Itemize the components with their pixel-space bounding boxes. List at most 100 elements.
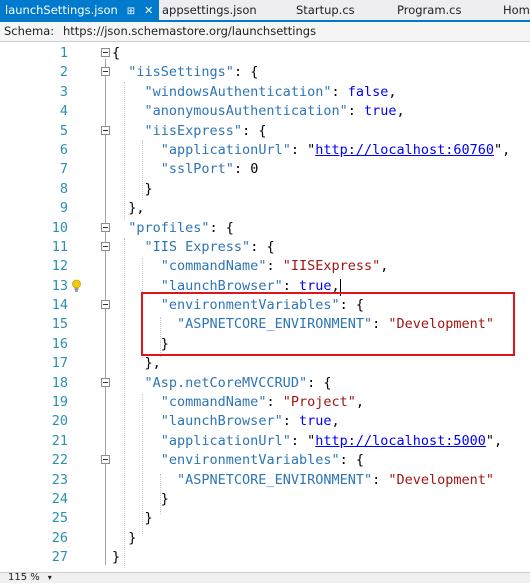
brace: }: [160, 490, 169, 507]
line-number: 20: [51, 413, 68, 430]
collapse-toggle[interactable]: [101, 222, 110, 232]
code-line: 21 "applicationUrl": "http://localhost:5…: [0, 432, 530, 451]
tab-home[interactable]: Home: [503, 0, 530, 20]
collapse-toggle[interactable]: [101, 67, 110, 77]
brace: }: [144, 180, 153, 197]
code-line: 12 "commandName": "IISExpress",: [0, 257, 530, 276]
chevron-down-icon: ▾: [47, 573, 52, 582]
punctuation: ,: [396, 103, 405, 120]
line-number: 8: [59, 180, 68, 197]
json-string: "IISExpress": [282, 258, 381, 275]
schema-url-field[interactable]: https://json.schemastore.org/launchsetti…: [63, 22, 316, 41]
json-key: "IIS Express": [144, 238, 251, 255]
punctuation: :: [282, 413, 299, 430]
line-number: 23: [51, 471, 68, 488]
punctuation: : ": [290, 141, 316, 158]
json-key: "profiles": [128, 219, 210, 236]
tab-appsettings-json[interactable]: appsettings.json: [162, 0, 257, 20]
line-number: 3: [59, 83, 68, 100]
code-line: 19 "commandName": "Project",: [0, 393, 530, 412]
line-number: 18: [51, 374, 68, 391]
json-key: "launchBrowser": [160, 413, 283, 430]
punctuation: :: [347, 103, 364, 120]
line-number: 14: [51, 297, 68, 314]
code-editor[interactable]: 1{ 2 "iisSettings": { 3 "windowsAuthenti…: [0, 42, 530, 572]
tab-label: Startup.cs: [296, 3, 355, 17]
line-number: 19: [51, 394, 68, 411]
json-key: "sslPort": [160, 161, 234, 178]
punctuation: ,: [331, 413, 340, 430]
code-line: 11 "IIS Express": {: [0, 238, 530, 257]
code-line: 7 "sslPort": 0: [0, 160, 530, 179]
lightbulb-icon-graphic: [72, 279, 81, 292]
collapse-toggle[interactable]: [101, 300, 110, 310]
json-key: "applicationUrl": [160, 141, 291, 158]
brace: {: [112, 45, 121, 61]
punctuation: : {: [209, 219, 234, 236]
json-key: "windowsAuthentication": [144, 83, 332, 100]
code-line: 4 "anonymousAuthentication": true,: [0, 102, 530, 121]
lightbulb-icon[interactable]: [71, 279, 83, 293]
code-line: 27}: [0, 548, 530, 567]
code-line: 6 "applicationUrl": "http://localhost:60…: [0, 141, 530, 160]
punctuation: : {: [339, 452, 364, 469]
collapse-toggle[interactable]: [101, 377, 110, 387]
code-line: 17 },: [0, 354, 530, 373]
json-key: "commandName": [160, 394, 267, 411]
pin-icon[interactable]: ⊞: [127, 2, 135, 22]
json-number: 0: [250, 161, 259, 178]
line-number: 25: [51, 510, 68, 527]
collapse-toggle[interactable]: [101, 455, 110, 465]
line-number: 7: [59, 161, 68, 178]
code-line: 23 "ASPNETCORE_ENVIRONMENT": "Developmen…: [0, 471, 530, 490]
collapse-toggle[interactable]: [101, 125, 110, 135]
punctuation: ",: [494, 141, 511, 158]
schema-bar: Schema: https://json.schemastore.org/lau…: [0, 22, 530, 42]
code-line: 22 "environmentVariables": {: [0, 451, 530, 470]
json-key: "Asp.netCoreMVCCRUD": [144, 374, 308, 391]
schema-label: Schema:: [4, 24, 55, 38]
line-number: 2: [59, 64, 68, 81]
punctuation: :: [266, 394, 283, 411]
brace: }: [144, 510, 153, 527]
code-line: 1{: [0, 44, 530, 63]
collapse-toggle[interactable]: [101, 48, 110, 57]
tab-label: Program.cs: [397, 3, 462, 17]
status-bar: 115 % ▾: [0, 572, 530, 583]
tab-launchsettings-json[interactable]: launchSettings.json ⊞ ✕: [0, 0, 160, 22]
json-string: "Development": [388, 471, 495, 488]
code-line: 20 "launchBrowser": true,: [0, 412, 530, 431]
json-key: "applicationUrl": [160, 432, 291, 449]
code-line: 24 }: [0, 490, 530, 509]
punctuation: ,: [388, 83, 397, 100]
line-number: 15: [51, 316, 68, 333]
punctuation: :: [233, 161, 251, 178]
code-line: 5 "iisExpress": {: [0, 122, 530, 141]
json-boolean: false: [347, 83, 389, 100]
json-string: "Project": [282, 394, 356, 411]
url-link[interactable]: http://localhost:60760: [315, 142, 494, 158]
json-boolean: true: [298, 413, 332, 430]
punctuation: ,: [355, 394, 365, 411]
tab-startup-cs[interactable]: Startup.cs: [296, 0, 355, 20]
url-link[interactable]: http://localhost:5000: [315, 433, 486, 449]
punctuation: : {: [307, 374, 332, 391]
punctuation: : {: [242, 122, 267, 139]
brace: }: [128, 529, 137, 546]
json-boolean: true: [363, 103, 397, 120]
code-line: 10 "profiles": {: [0, 219, 530, 238]
line-number: 4: [59, 103, 68, 120]
zoom-dropdown[interactable]: 115 % ▾: [8, 572, 52, 584]
punctuation: : {: [233, 64, 259, 81]
code-line: 8 }: [0, 180, 530, 199]
document-tab-strip: launchSettings.json ⊞ ✕ appsettings.json S…: [0, 0, 530, 22]
line-number: 22: [51, 452, 68, 469]
line-number: 24: [51, 490, 68, 507]
line-number: 11: [51, 238, 68, 255]
close-icon[interactable]: ✕: [144, 1, 153, 21]
code-line: 9 },: [0, 199, 530, 218]
code-line: 2 "iisSettings": {: [0, 63, 530, 82]
collapse-toggle[interactable]: [101, 241, 110, 251]
line-number: 10: [51, 219, 68, 236]
tab-program-cs[interactable]: Program.cs: [397, 0, 462, 20]
